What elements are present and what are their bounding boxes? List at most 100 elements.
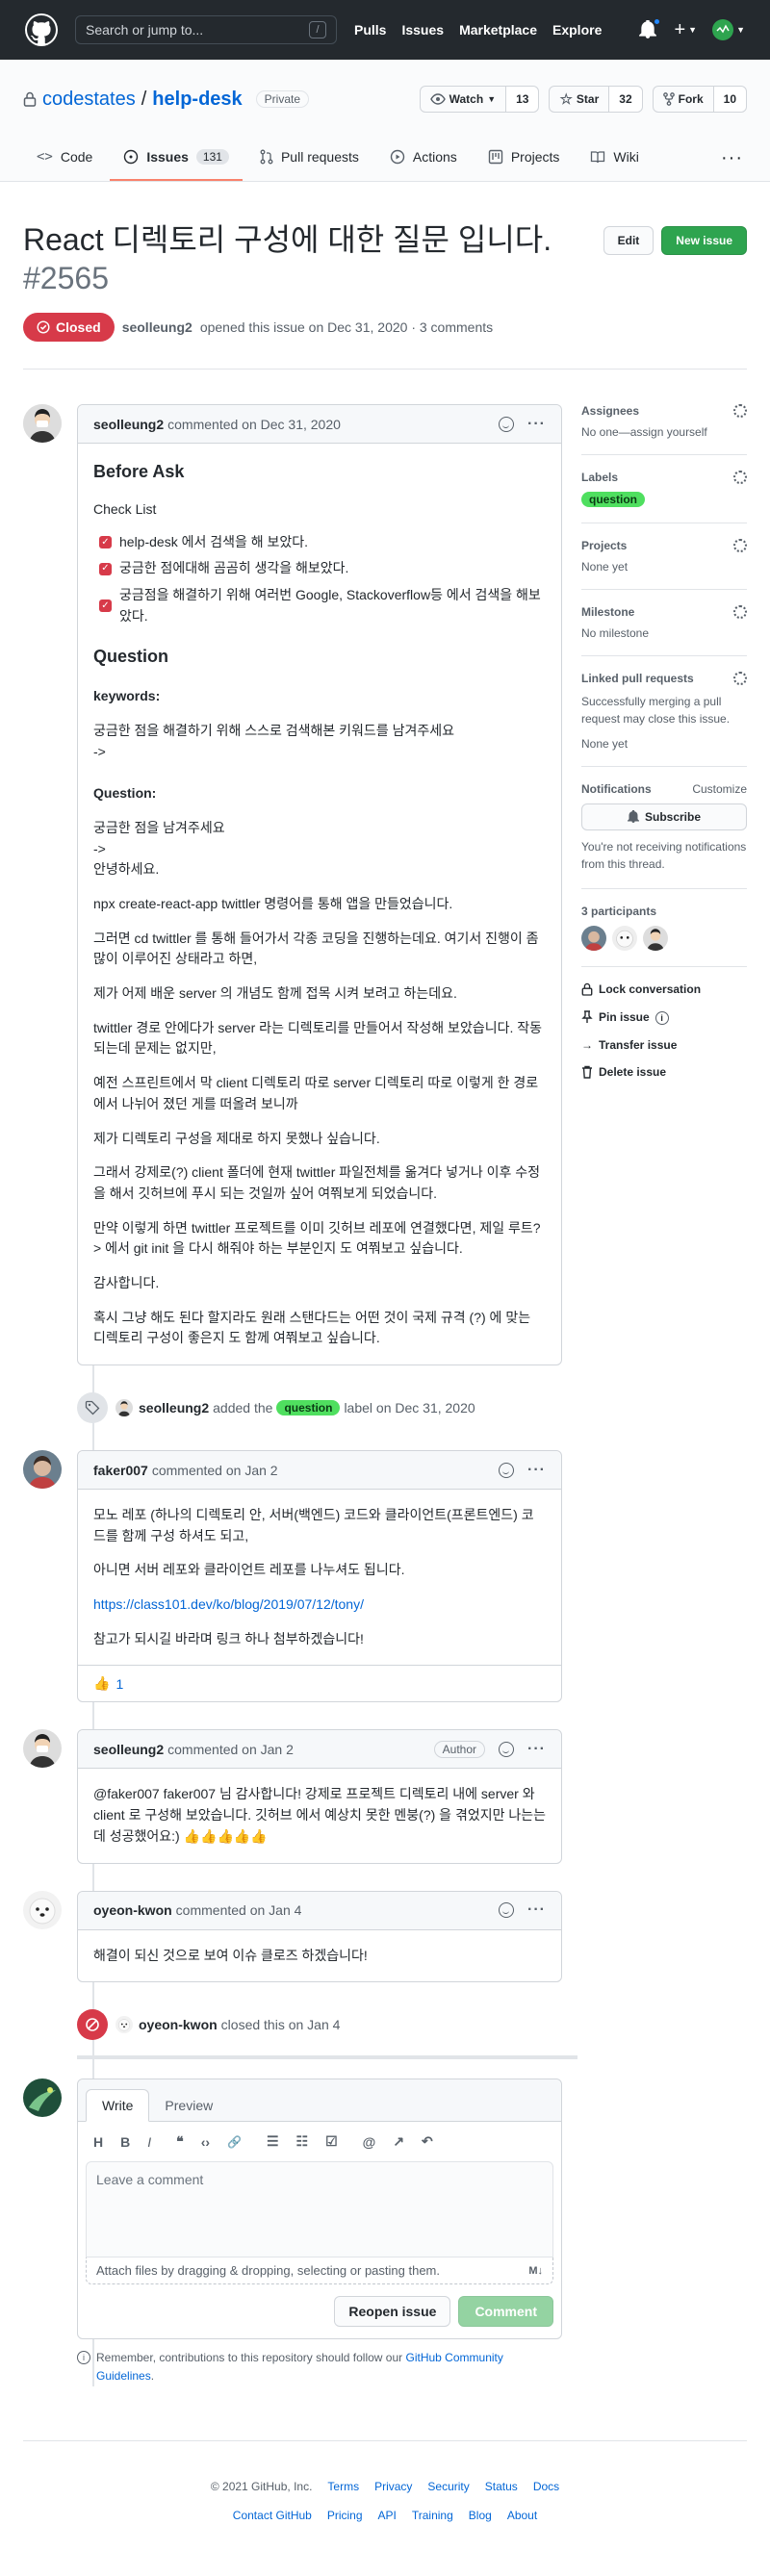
- avatar[interactable]: [23, 1890, 62, 1929]
- footer-link-blog[interactable]: Blog: [469, 2509, 492, 2522]
- gear-icon[interactable]: [733, 605, 747, 619]
- avatar[interactable]: [116, 2016, 133, 2034]
- gear-icon[interactable]: [733, 672, 747, 685]
- tab-projects[interactable]: Projects: [475, 135, 574, 181]
- kebab-menu-icon[interactable]: ···: [527, 1901, 546, 1919]
- star-count[interactable]: 32: [609, 87, 642, 112]
- watch-button[interactable]: Watch ▼ 13: [419, 86, 540, 113]
- footer-link-privacy[interactable]: Privacy: [374, 2480, 412, 2493]
- markdown-icon[interactable]: M↓: [528, 2265, 543, 2277]
- kebab-menu-icon[interactable]: ···: [527, 416, 546, 433]
- quote-icon[interactable]: ❝: [176, 2133, 184, 2150]
- footer-link-terms[interactable]: Terms: [327, 2480, 359, 2493]
- task-list-icon[interactable]: ☑: [325, 2133, 338, 2150]
- tab-wiki[interactable]: Wiki: [577, 135, 652, 181]
- gear-icon[interactable]: [733, 471, 747, 484]
- tab-pull-requests[interactable]: Pull requests: [246, 135, 372, 181]
- footer-link-status[interactable]: Status: [485, 2480, 518, 2493]
- avatar[interactable]: [643, 926, 668, 951]
- assignees-value[interactable]: No one—assign yourself: [581, 425, 747, 439]
- reply-icon[interactable]: ↶: [422, 2133, 433, 2150]
- unordered-list-icon[interactable]: ☰: [267, 2133, 279, 2150]
- event-actor[interactable]: oyeon-kwon: [139, 2017, 218, 2032]
- comment-author[interactable]: faker007: [93, 1463, 148, 1478]
- footer-link-security[interactable]: Security: [427, 2480, 469, 2493]
- avatar[interactable]: [612, 926, 637, 951]
- new-issue-button[interactable]: New issue: [661, 226, 747, 255]
- watch-count[interactable]: 13: [506, 87, 539, 112]
- footer-link-contact[interactable]: Contact GitHub: [233, 2509, 312, 2522]
- gear-icon[interactable]: [733, 539, 747, 552]
- reaction-thumbs-up[interactable]: 👍 1: [78, 1665, 561, 1701]
- tab-actions[interactable]: Actions: [376, 135, 471, 181]
- nav-explore[interactable]: Explore: [552, 22, 602, 38]
- repo-owner-link[interactable]: codestates: [42, 89, 136, 111]
- italic-icon[interactable]: I: [147, 2134, 151, 2150]
- footer-link-pricing[interactable]: Pricing: [327, 2509, 363, 2522]
- label-badge[interactable]: question: [581, 492, 645, 507]
- comment-textarea[interactable]: Leave a comment: [86, 2161, 553, 2258]
- avatar[interactable]: [23, 1450, 62, 1490]
- avatar[interactable]: [581, 926, 606, 951]
- fork-count[interactable]: 10: [713, 87, 746, 112]
- comment-author[interactable]: oyeon-kwon: [93, 1902, 172, 1918]
- search-input[interactable]: Search or jump to... /: [75, 15, 337, 44]
- info-icon[interactable]: i: [654, 1011, 669, 1025]
- pin-issue-button[interactable]: Pin issue i: [581, 1009, 747, 1025]
- bold-icon[interactable]: B: [120, 2134, 130, 2150]
- star-button[interactable]: ☆ Star 32: [549, 86, 643, 113]
- notifications-bell-icon[interactable]: [639, 17, 662, 39]
- tab-issues[interactable]: Issues 131: [110, 135, 243, 181]
- comment-button[interactable]: Comment: [458, 2296, 553, 2328]
- avatar[interactable]: [23, 404, 62, 443]
- lock-conversation-button[interactable]: Lock conversation: [581, 982, 747, 996]
- smiley-icon[interactable]: [499, 1741, 515, 1757]
- smiley-icon[interactable]: [499, 1462, 515, 1478]
- nav-issues[interactable]: Issues: [401, 22, 444, 38]
- customize-link[interactable]: Customize: [692, 782, 747, 796]
- comment-author[interactable]: seolleung2: [93, 1742, 164, 1757]
- edit-button[interactable]: Edit: [603, 226, 654, 255]
- nav-marketplace[interactable]: Marketplace: [459, 22, 537, 38]
- link-icon[interactable]: 🔗: [227, 2135, 242, 2149]
- user-menu[interactable]: ▼: [712, 19, 745, 40]
- footer-link-about[interactable]: About: [507, 2509, 537, 2522]
- comment-author[interactable]: seolleung2: [93, 417, 164, 432]
- external-link[interactable]: https://class101.dev/ko/blog/2019/07/12/…: [93, 1596, 364, 1612]
- paragraph: npx create-react-app twittler 명령어를 통해 앱을…: [93, 896, 453, 912]
- tab-write[interactable]: Write: [86, 2089, 150, 2123]
- subscribe-button[interactable]: Subscribe: [581, 803, 747, 830]
- gear-icon[interactable]: [733, 404, 747, 418]
- avatar[interactable]: [116, 1399, 133, 1417]
- ordered-list-icon[interactable]: ☷: [296, 2133, 309, 2150]
- footer-link-training[interactable]: Training: [412, 2509, 453, 2522]
- avatar[interactable]: [23, 2079, 62, 2118]
- avatar[interactable]: [23, 1729, 62, 1769]
- issue-author[interactable]: seolleung2: [122, 319, 192, 335]
- kebab-menu-icon[interactable]: ···: [527, 1462, 546, 1479]
- repo-name-link[interactable]: help-desk: [152, 89, 242, 111]
- mention-icon[interactable]: @: [363, 2134, 376, 2150]
- cross-reference-icon[interactable]: ↗: [393, 2133, 404, 2150]
- event-actor[interactable]: seolleung2: [139, 1400, 209, 1416]
- create-new-icon[interactable]: + ▼: [674, 19, 697, 41]
- delete-issue-button[interactable]: Delete issue: [581, 1065, 747, 1079]
- nav-pulls[interactable]: Pulls: [354, 22, 386, 38]
- kebab-menu-icon[interactable]: ···: [527, 1741, 546, 1758]
- label-badge[interactable]: question: [276, 1400, 341, 1416]
- fork-button[interactable]: Fork 10: [652, 86, 747, 113]
- heading-icon[interactable]: H: [93, 2134, 103, 2150]
- footer-link-docs[interactable]: Docs: [533, 2480, 559, 2493]
- file-attach-zone[interactable]: Attach files by dragging & dropping, sel…: [86, 2257, 553, 2285]
- reopen-issue-button[interactable]: Reopen issue: [334, 2296, 451, 2328]
- more-tabs-icon[interactable]: ···: [721, 135, 747, 181]
- footer-link-api[interactable]: API: [378, 2509, 397, 2522]
- smiley-icon[interactable]: [499, 1902, 515, 1919]
- smiley-icon[interactable]: [499, 416, 515, 432]
- github-logo-icon[interactable]: [25, 13, 58, 46]
- tab-preview[interactable]: Preview: [149, 2090, 228, 2121]
- tab-code[interactable]: <> Code: [23, 135, 106, 181]
- code-icon[interactable]: ‹›: [201, 2134, 210, 2150]
- comment-body: Before Ask Check List ✓ help-desk 에서 검색을 …: [78, 444, 561, 1365]
- transfer-issue-button[interactable]: → Transfer issue: [581, 1038, 747, 1052]
